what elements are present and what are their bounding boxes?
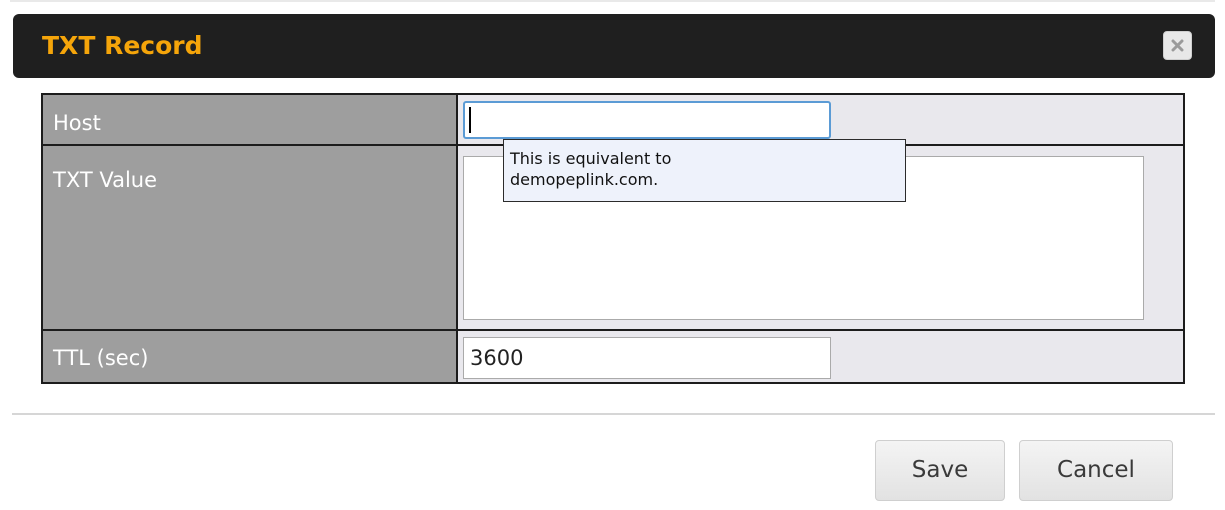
close-button[interactable] [1163, 31, 1192, 60]
tooltip-line: demopeplink.com. [510, 170, 659, 189]
dialog-titlebar: TXT Record [13, 14, 1215, 78]
txt-value-label: TXT Value [53, 168, 158, 192]
host-label: Host [53, 111, 101, 135]
label-column [43, 95, 458, 382]
host-tooltip: This is equivalent to demopeplink.com. [503, 139, 906, 202]
text-caret [469, 107, 471, 133]
ttl-input[interactable] [463, 337, 831, 379]
cancel-button[interactable]: Cancel [1019, 440, 1173, 501]
host-input[interactable] [463, 101, 831, 139]
footer-divider [12, 413, 1215, 415]
txt-record-form: Host TXT Value TTL (sec) [41, 93, 1185, 384]
ttl-label: TTL (sec) [53, 346, 149, 370]
close-x-icon [1171, 39, 1184, 52]
dialog-title: TXT Record [42, 31, 203, 60]
dialog-top-border [10, 0, 1215, 2]
row-divider [43, 329, 1183, 331]
tooltip-line: This is equivalent to [510, 149, 672, 168]
save-button[interactable]: Save [875, 440, 1005, 501]
txt-record-dialog: TXT Record Host TXT Value TTL (sec) This… [0, 0, 1225, 510]
